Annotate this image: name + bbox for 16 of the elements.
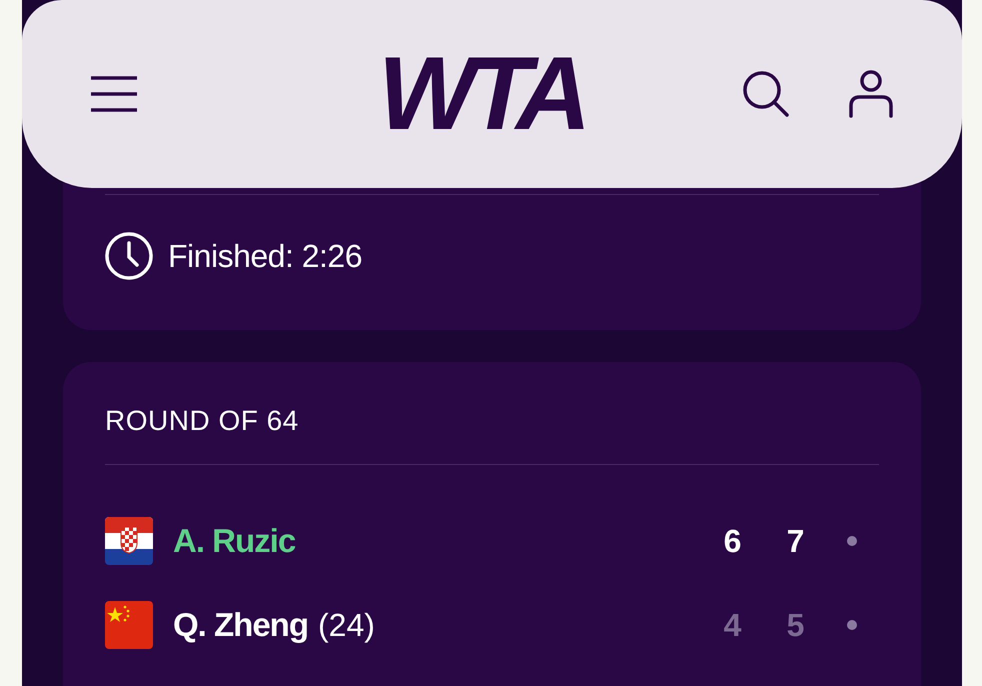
china-flag-icon (105, 601, 153, 649)
menu-icon[interactable] (90, 76, 138, 112)
match-status: Finished: 2:26 (168, 237, 362, 276)
croatia-flag-icon (105, 517, 153, 565)
user-icon[interactable] (848, 70, 894, 118)
set-score: 7 (786, 522, 806, 561)
round-label: ROUND OF 64 (105, 404, 300, 438)
logo[interactable]: WTA (378, 42, 584, 146)
player-name[interactable]: A. Ruzic (173, 516, 296, 566)
set-score: 6 (722, 522, 742, 561)
seed-number: (24) (318, 606, 375, 645)
clock-icon (104, 231, 154, 281)
set-score: 4 (722, 606, 742, 645)
player-name[interactable]: Q. Zheng (173, 600, 308, 650)
search-icon[interactable] (742, 70, 790, 118)
set-score: 5 (786, 606, 806, 645)
